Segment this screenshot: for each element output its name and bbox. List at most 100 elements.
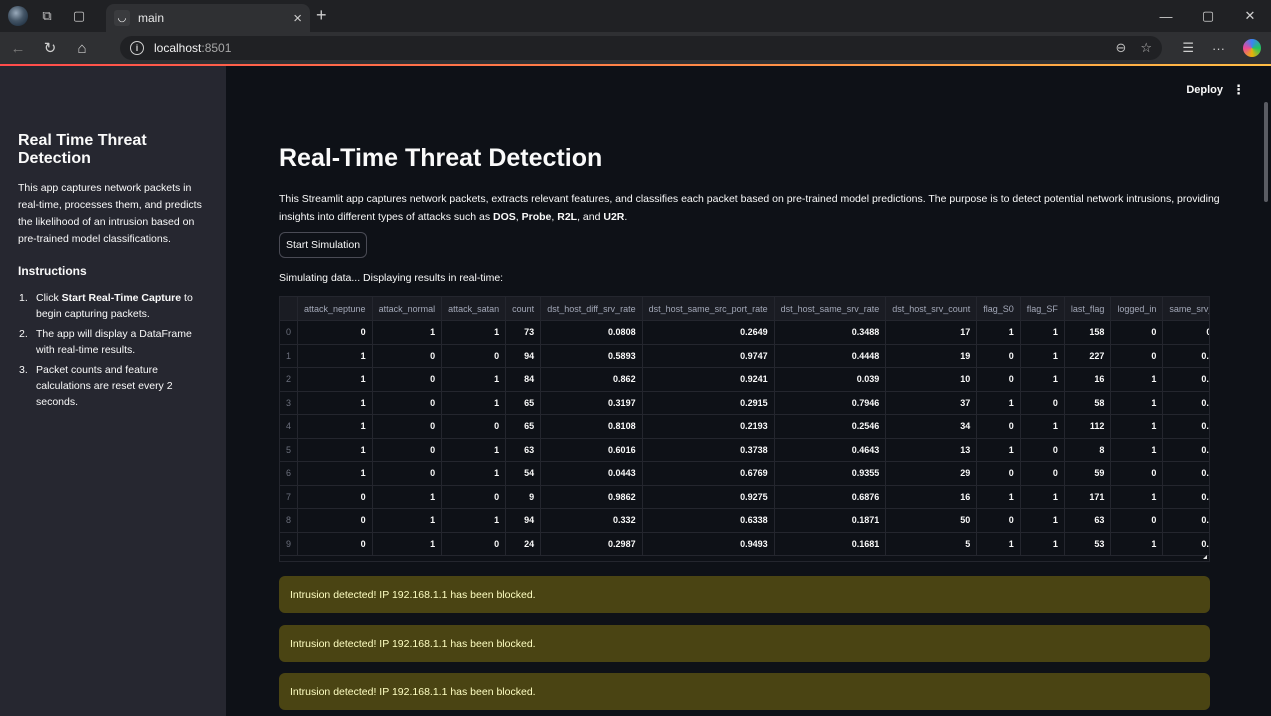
table-cell[interactable]: 0 [441, 532, 507, 556]
scrollbar-thumb[interactable] [1264, 102, 1268, 202]
column-header[interactable]: last_flag [1064, 297, 1112, 321]
column-header[interactable]: dst_host_diff_srv_rate [540, 297, 643, 321]
table-cell[interactable]: 58 [1064, 391, 1112, 415]
table-cell[interactable]: 0 [372, 344, 443, 368]
table-cell[interactable]: 0.9241 [642, 367, 775, 392]
table-cell[interactable]: 0.039 [774, 367, 887, 392]
table-cell[interactable]: 0.6195 [1162, 461, 1209, 486]
table-cell[interactable]: 1 [1110, 414, 1164, 439]
start-simulation-button[interactable]: Start Simulation [279, 232, 367, 258]
table-cell[interactable]: 0 [297, 485, 373, 509]
table-cell[interactable]: 0.0808 [540, 320, 643, 345]
table-cell[interactable]: 9 [505, 485, 542, 509]
table-cell[interactable]: 0.9825 [1162, 485, 1209, 509]
table-cell[interactable]: 0 [976, 508, 1021, 533]
row-index[interactable]: 3 [280, 391, 299, 415]
table-cell[interactable]: 1 [1020, 414, 1065, 439]
table-cell[interactable]: 0.0443 [540, 461, 643, 486]
table-cell[interactable]: 0 [372, 414, 443, 439]
table-cell[interactable]: 0 [297, 532, 373, 556]
row-index[interactable]: 9 [280, 532, 299, 556]
row-index[interactable]: 8 [280, 508, 299, 533]
table-cell[interactable]: 50 [885, 508, 978, 533]
row-index[interactable]: 1 [280, 344, 299, 368]
column-header[interactable]: dst_host_same_srv_rate [774, 297, 887, 321]
reload-icon[interactable]: ↻ [36, 39, 64, 57]
table-cell[interactable]: 0.2987 [540, 532, 643, 556]
table-cell[interactable]: 0 [1110, 508, 1164, 533]
table-cell[interactable]: 1 [1110, 532, 1164, 556]
table-cell[interactable]: 0.1681 [774, 532, 887, 556]
table-cell[interactable]: 0 [297, 508, 373, 533]
table-cell[interactable]: 0 [976, 344, 1021, 368]
table-cell[interactable]: 0.9084 [1162, 532, 1209, 556]
table-cell[interactable]: 0.3738 [642, 438, 775, 462]
table-cell[interactable]: 1 [1020, 344, 1065, 368]
table-cell[interactable]: 0.2546 [774, 414, 887, 439]
table-cell[interactable]: 0.7093 [1162, 391, 1209, 415]
table-cell[interactable]: 0 [1110, 344, 1164, 368]
column-header[interactable]: logged_in [1110, 297, 1164, 321]
table-cell[interactable]: 5 [885, 532, 978, 556]
table-cell[interactable]: 0 [976, 414, 1021, 439]
table-cell[interactable]: 84 [505, 367, 542, 392]
table-cell[interactable]: 1 [976, 438, 1021, 462]
table-cell[interactable]: 0.8062 [1162, 438, 1209, 462]
table-cell[interactable]: 0.9747 [642, 344, 775, 368]
table-cell[interactable]: 0.2193 [642, 414, 775, 439]
table-cell[interactable]: 8 [1064, 438, 1112, 462]
table-cell[interactable]: 0 [976, 367, 1021, 392]
restore-icon[interactable]: ▢ [1187, 8, 1229, 24]
table-cell[interactable]: 1 [976, 391, 1021, 415]
table-cell[interactable]: 0 [441, 414, 507, 439]
table-cell[interactable]: 1 [1020, 485, 1065, 509]
table-cell[interactable]: 17 [885, 320, 978, 345]
url-field[interactable]: i localhost:8501 ⊖ ☆ [120, 36, 1162, 60]
column-header[interactable]: same_srv_rate [1162, 297, 1209, 321]
table-cell[interactable]: 73 [505, 320, 542, 345]
column-header[interactable]: count [505, 297, 542, 321]
table-cell[interactable]: 1 [1110, 438, 1164, 462]
table-cell[interactable]: 10 [885, 367, 978, 392]
table-cell[interactable]: 1 [297, 344, 373, 368]
table-cell[interactable]: 1 [441, 391, 507, 415]
table-cell[interactable]: 0 [372, 461, 443, 486]
table-cell[interactable]: 0 [372, 367, 443, 392]
table-cell[interactable]: 1 [976, 320, 1021, 345]
vertical-dots-icon[interactable]: ⋮ [1232, 82, 1245, 98]
tab-actions-icon[interactable]: ▢ [66, 3, 92, 29]
table-cell[interactable]: 0.7946 [774, 391, 887, 415]
row-index[interactable]: 6 [280, 461, 299, 486]
table-cell[interactable]: 0 [372, 438, 443, 462]
back-icon[interactable]: ← [4, 40, 32, 57]
table-cell[interactable]: 0.332 [540, 508, 643, 533]
table-cell[interactable]: 0 [441, 485, 507, 509]
close-tab-icon[interactable]: × [293, 10, 302, 27]
table-cell[interactable]: 0.2649 [642, 320, 775, 345]
table-cell[interactable]: 0.5893 [540, 344, 643, 368]
table-cell[interactable]: 19 [885, 344, 978, 368]
table-cell[interactable]: 0.1871 [774, 508, 887, 533]
column-header[interactable]: attack_normal [372, 297, 443, 321]
close-window-icon[interactable]: ✕ [1229, 8, 1271, 24]
table-cell[interactable]: 0 [297, 320, 373, 345]
table-cell[interactable]: 65 [505, 414, 542, 439]
column-header[interactable]: attack_neptune [297, 297, 373, 321]
row-index[interactable]: 7 [280, 485, 299, 509]
table-cell[interactable]: 24 [505, 532, 542, 556]
scrollbar[interactable] [1261, 66, 1271, 716]
table-cell[interactable]: 94 [505, 344, 542, 368]
home-icon[interactable]: ⌂ [68, 40, 96, 57]
table-cell[interactable]: 1 [441, 367, 507, 392]
copilot-icon[interactable] [1243, 39, 1261, 57]
table-cell[interactable]: 16 [1064, 367, 1112, 392]
table-cell[interactable]: 0.9275 [642, 485, 775, 509]
table-cell[interactable]: 1 [372, 320, 443, 345]
column-header[interactable]: attack_satan [441, 297, 507, 321]
more-options-icon[interactable]: ··· [1212, 41, 1225, 56]
table-cell[interactable]: 0.8108 [540, 414, 643, 439]
table-cell[interactable]: 13 [885, 438, 978, 462]
table-cell[interactable]: 1 [1020, 320, 1065, 345]
table-cell[interactable]: 1 [1020, 367, 1065, 392]
table-cell[interactable]: 1 [297, 438, 373, 462]
